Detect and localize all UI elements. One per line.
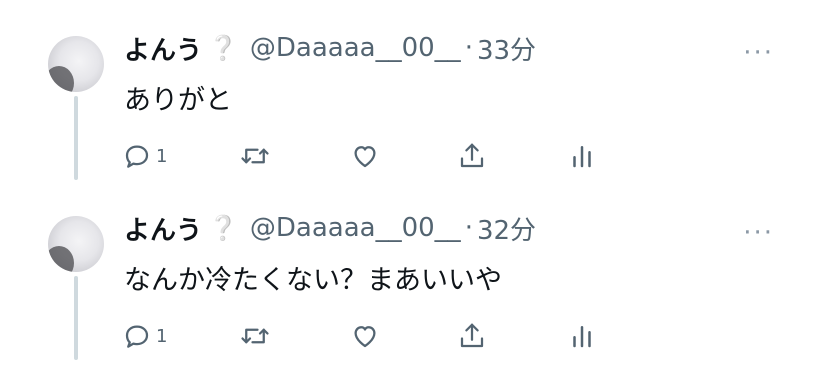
separator: · bbox=[464, 33, 473, 63]
like-button[interactable] bbox=[350, 318, 380, 354]
analytics-icon bbox=[573, 146, 591, 168]
tweet[interactable]: よんう ❔ @Daaaaa__00__ · 32分 ··· なんか冷たくない？ま… bbox=[0, 180, 828, 360]
reply-count: 1 bbox=[156, 145, 168, 167]
share-button[interactable] bbox=[457, 138, 487, 174]
reply-icon bbox=[125, 325, 149, 348]
display-name[interactable]: よんう bbox=[124, 30, 202, 67]
reply-button[interactable]: 1 bbox=[122, 138, 167, 174]
tweet-actions: 1 bbox=[122, 138, 602, 178]
share-icon bbox=[460, 323, 484, 348]
timestamp[interactable]: 32分 bbox=[477, 210, 536, 247]
retweet-button[interactable] bbox=[240, 138, 270, 174]
share-icon bbox=[460, 143, 484, 168]
tweet-actions: 1 bbox=[122, 318, 602, 358]
tweet-text: なんか冷たくない？まあいいや bbox=[124, 265, 502, 296]
reply-button[interactable]: 1 bbox=[122, 318, 167, 354]
thread-line bbox=[74, 96, 78, 180]
separator: · bbox=[464, 213, 473, 243]
timestamp[interactable]: 33分 bbox=[477, 30, 536, 67]
display-name[interactable]: よんう bbox=[124, 210, 202, 247]
avatar[interactable] bbox=[48, 216, 104, 272]
username[interactable]: @Daaaaa__00__ bbox=[250, 33, 461, 63]
badge-icon: ❔ bbox=[208, 214, 238, 242]
retweet-icon bbox=[241, 328, 269, 344]
retweet-button[interactable] bbox=[240, 318, 270, 354]
share-button[interactable] bbox=[457, 318, 487, 354]
thread-line bbox=[74, 276, 78, 360]
tweet-header: よんう ❔ @Daaaaa__00__ · 32分 bbox=[124, 208, 536, 248]
avatar[interactable] bbox=[48, 36, 104, 92]
more-options-icon[interactable]: ··· bbox=[743, 38, 774, 68]
like-icon bbox=[354, 326, 376, 348]
reply-count: 1 bbox=[156, 325, 168, 347]
retweet-icon bbox=[241, 148, 269, 164]
more-options-icon[interactable]: ··· bbox=[743, 218, 774, 248]
analytics-icon bbox=[573, 326, 591, 348]
username[interactable]: @Daaaaa__00__ bbox=[250, 213, 461, 243]
analytics-button[interactable] bbox=[567, 318, 597, 354]
like-icon bbox=[354, 146, 376, 168]
tweet-header: よんう ❔ @Daaaaa__00__ · 33分 bbox=[124, 28, 536, 68]
reply-icon bbox=[125, 145, 149, 168]
like-button[interactable] bbox=[350, 138, 380, 174]
badge-icon: ❔ bbox=[208, 34, 238, 62]
analytics-button[interactable] bbox=[567, 138, 597, 174]
tweet[interactable]: よんう ❔ @Daaaaa__00__ · 33分 ··· ありがと 1 bbox=[0, 0, 828, 180]
tweet-text: ありがと bbox=[124, 85, 232, 116]
